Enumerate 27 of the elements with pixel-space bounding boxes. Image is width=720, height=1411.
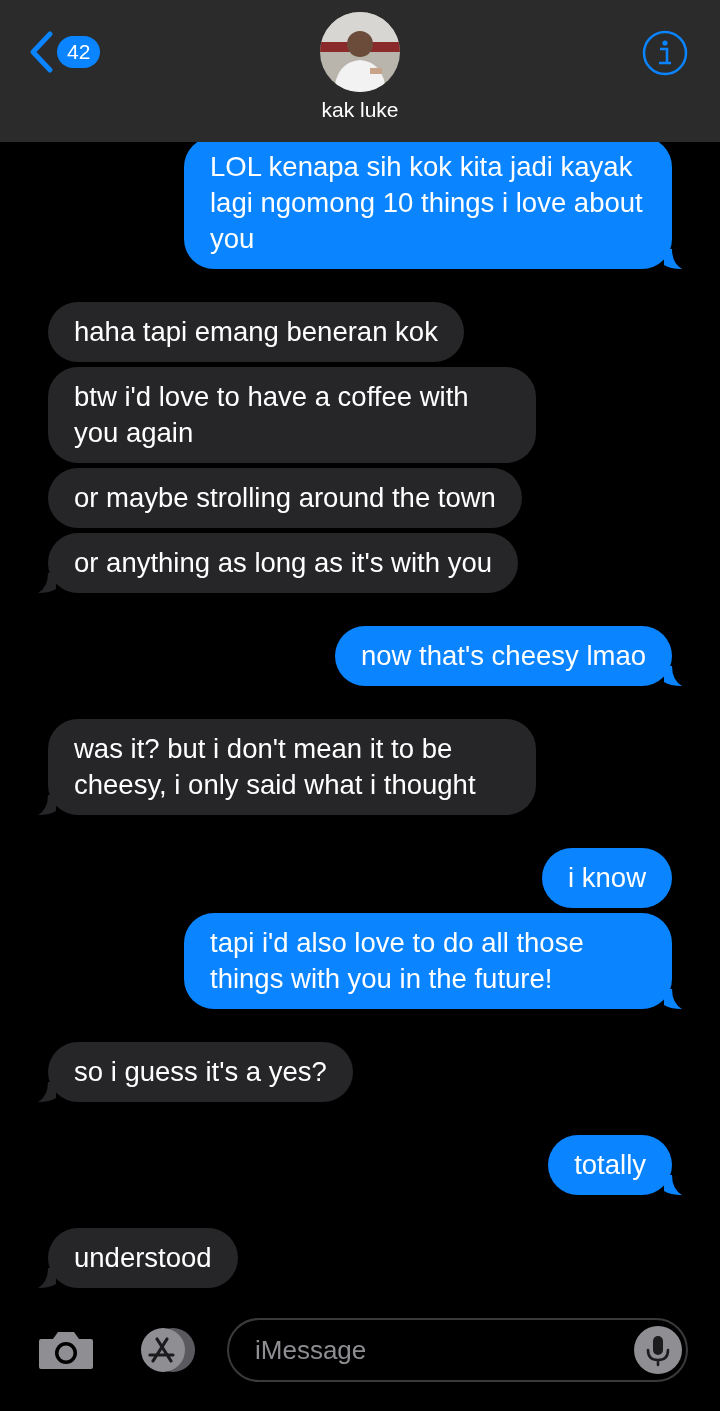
info-icon[interactable] (642, 30, 688, 76)
message-bubble: haha tapi emang beneran kok (48, 302, 464, 362)
message-bubble: now that's cheesy lmao (335, 626, 672, 686)
bubble-tail-icon (38, 1268, 56, 1288)
bubble-tail-icon (664, 666, 682, 686)
bubble-tail-icon (664, 249, 682, 269)
message-input[interactable]: iMessage (227, 1318, 688, 1382)
bubble-tail-icon (664, 1175, 682, 1195)
message-bubble: was it? but i don't mean it to be cheesy, i only said what i thought (48, 719, 536, 815)
unread-badge: 42 (57, 36, 101, 68)
message-bubble: i know (542, 848, 672, 908)
bubble-tail-icon (38, 795, 56, 815)
message-bubble: so i guess it's a yes? (48, 1042, 353, 1102)
message-bubble: or anything as long as it's with you (48, 533, 518, 593)
message-bubble: understood (48, 1228, 238, 1288)
back-button[interactable]: 42 (28, 30, 101, 74)
message-bubble: or maybe strolling around the town (48, 468, 522, 528)
chevron-left-icon (28, 30, 54, 74)
camera-icon[interactable] (37, 1329, 95, 1371)
bubble-tail-icon (38, 1082, 56, 1102)
bubble-tail-icon (38, 573, 56, 593)
bubble-tail-icon (664, 989, 682, 1009)
message-bubble: totally (548, 1135, 672, 1195)
contact-name[interactable]: kak luke (321, 98, 399, 122)
microphone-icon[interactable] (634, 1326, 682, 1374)
message-bubble: tapi i'd also love to do all those things with you in the future! (184, 913, 672, 1009)
message-bubble: btw i'd love to have a coffee with you again (48, 367, 536, 463)
